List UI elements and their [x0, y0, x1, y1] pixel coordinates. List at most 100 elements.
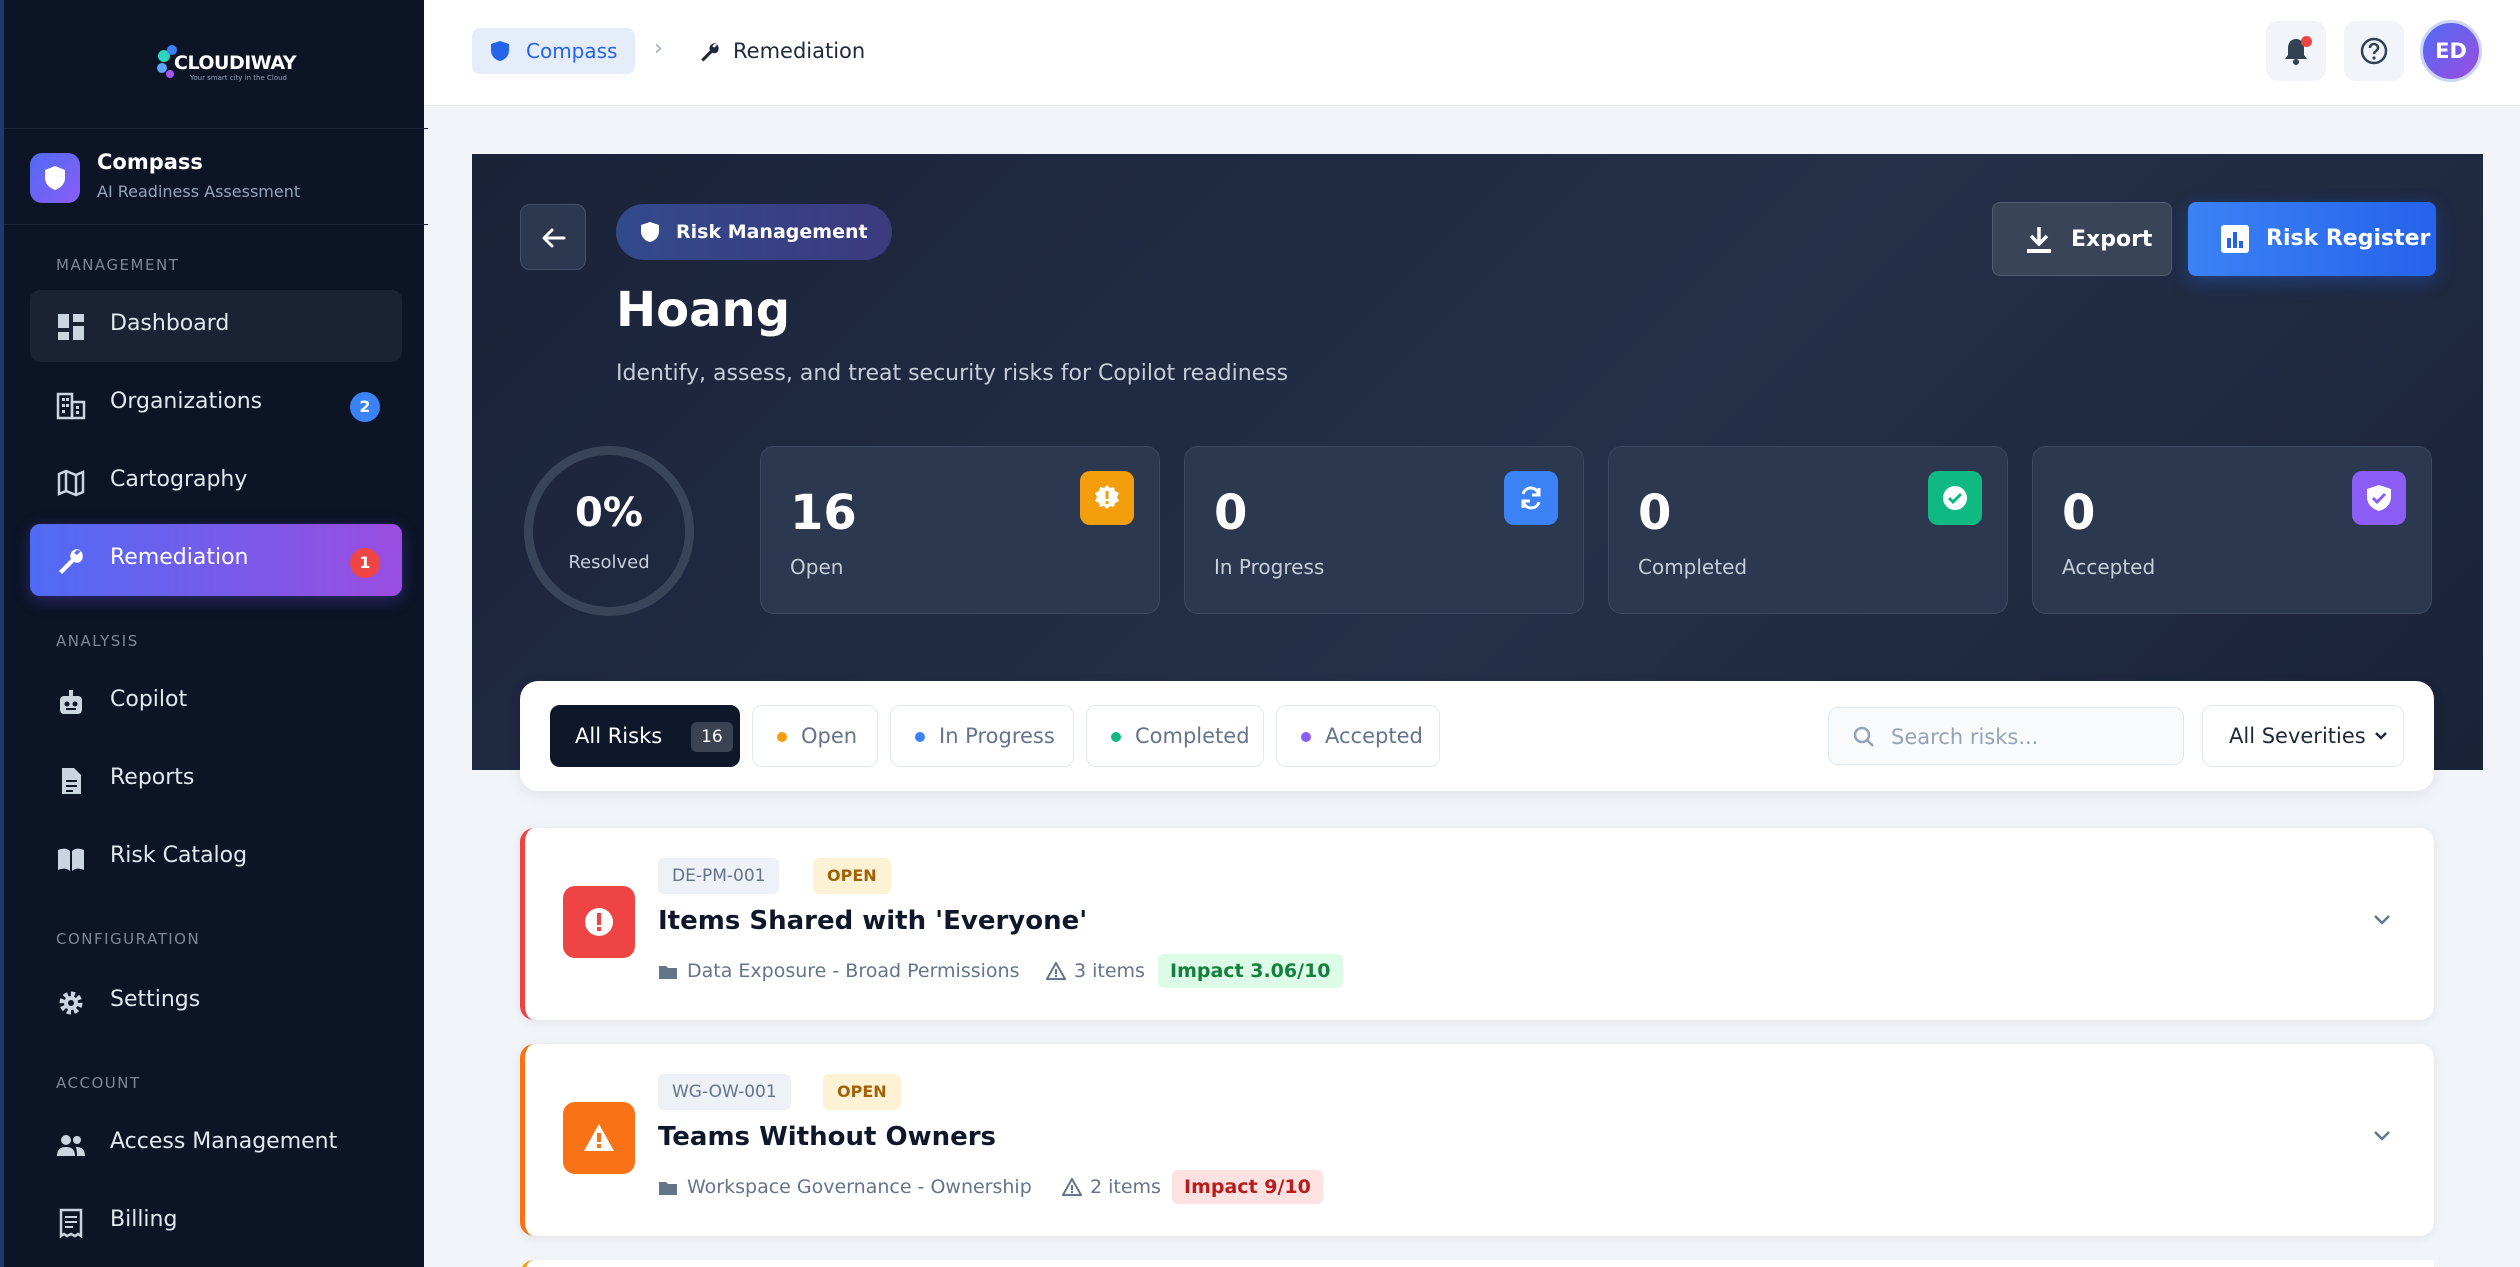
back-button[interactable]	[520, 204, 586, 270]
risk-item-count: 3 items	[1074, 960, 1145, 982]
gear-icon	[59, 991, 83, 1015]
status-dot	[1111, 732, 1121, 742]
arrow-left-icon	[542, 228, 566, 248]
app-subtitle: AI Readiness Assessment	[97, 182, 301, 201]
shield-icon	[491, 41, 509, 61]
document-icon	[62, 768, 81, 794]
status-badge: OPEN	[823, 1074, 901, 1110]
sidebar-item-label: Copilot	[110, 687, 188, 712]
sidebar-item-label: Settings	[110, 987, 201, 1012]
severity-select[interactable]: All Severities	[2202, 705, 2404, 767]
stat-card-open[interactable]: 16 Open	[760, 446, 1160, 614]
status-dot	[915, 732, 925, 742]
alert-circle-icon	[563, 886, 635, 958]
sidebar: CLOUDIWAY Your smart city in the Cloud C…	[0, 0, 428, 1267]
help-icon	[2360, 37, 2388, 65]
wrench-icon	[701, 43, 719, 62]
resolved-percentage: 0%	[575, 490, 643, 536]
export-button[interactable]: Export	[1992, 202, 2172, 276]
status-dot	[1301, 732, 1311, 742]
search-box	[1828, 707, 2184, 765]
breadcrumb-compass[interactable]: Compass	[472, 28, 636, 74]
check-circle-icon	[1928, 471, 1982, 525]
sidebar-item-organizations[interactable]: Organizations 2	[30, 368, 402, 440]
risk-title: Teams Without Owners	[658, 1122, 997, 1152]
app-shield-icon	[30, 153, 80, 203]
stat-label: In Progress	[1214, 555, 1325, 579]
brand-name: CLOUDIWAY	[174, 52, 297, 74]
user-avatar[interactable]: ED	[2420, 20, 2482, 82]
filter-label: In Progress	[939, 724, 1055, 748]
breadcrumb-root-label: Compass	[526, 39, 618, 63]
risk-item-count: 2 items	[1090, 1176, 1161, 1198]
filter-in-progress[interactable]: In Progress	[890, 705, 1074, 767]
section-label-management: MANAGEMENT	[56, 256, 180, 274]
chevron-down-icon[interactable]	[2370, 912, 2394, 928]
filter-accepted[interactable]: Accepted	[1276, 705, 1440, 767]
resolved-label: Resolved	[568, 552, 650, 573]
dashboard-icon	[58, 314, 84, 340]
filter-count-badge: 16	[691, 722, 733, 752]
breadcrumb-current: Remediation	[699, 28, 865, 74]
filter-all-risks[interactable]: All Risks 16	[550, 705, 740, 767]
help-button[interactable]	[2344, 21, 2404, 81]
risk-card-partial[interactable]	[520, 1260, 2434, 1267]
section-label-configuration: CONFIGURATION	[56, 930, 201, 948]
status-badge: OPEN	[813, 858, 891, 894]
sidebar-item-label: Remediation	[110, 545, 249, 570]
filter-bar: All Risks 16 Open In Progress Completed …	[520, 681, 2434, 791]
export-label: Export	[2071, 227, 2153, 252]
filter-completed[interactable]: Completed	[1086, 705, 1264, 767]
brand-tagline: Your smart city in the Cloud	[190, 74, 287, 82]
risk-management-badge: Risk Management	[616, 204, 892, 260]
sidebar-item-dashboard[interactable]: Dashboard	[30, 290, 402, 362]
risk-register-button[interactable]: Risk Register	[2188, 202, 2436, 276]
folder-icon	[659, 966, 677, 979]
stat-label: Completed	[1638, 555, 1748, 579]
warning-icon	[563, 1102, 635, 1174]
robot-icon	[60, 690, 82, 714]
sidebar-item-copilot[interactable]: Copilot	[30, 666, 402, 738]
stat-value: 16	[790, 485, 857, 541]
sidebar-item-reports[interactable]: Reports	[30, 744, 402, 816]
risk-card[interactable]: WG-OW-001 OPEN Teams Without Owners Work…	[520, 1044, 2434, 1236]
shield-icon	[641, 222, 659, 242]
stat-card-completed[interactable]: 0 Completed	[1608, 446, 2008, 614]
refresh-icon	[1504, 471, 1558, 525]
sidebar-item-remediation[interactable]: Remediation 1	[30, 524, 402, 596]
sidebar-item-cartography[interactable]: Cartography	[30, 446, 402, 518]
sidebar-item-risk-catalog[interactable]: Risk Catalog	[30, 822, 402, 894]
download-icon	[2027, 227, 2051, 253]
filter-label: Accepted	[1325, 724, 1423, 748]
search-input[interactable]	[1891, 720, 2171, 754]
chevron-right-icon: ›	[654, 36, 663, 61]
risk-card[interactable]: DE-PM-001 OPEN Items Shared with 'Everyo…	[520, 828, 2434, 1020]
sidebar-item-label: Risk Catalog	[110, 843, 248, 868]
filter-open[interactable]: Open	[752, 705, 878, 767]
sidebar-item-access-management[interactable]: Access Management	[30, 1108, 402, 1180]
severity-selected-value: All Severities	[2229, 724, 2366, 748]
sidebar-item-billing[interactable]: Billing	[30, 1186, 402, 1258]
shield-check-icon	[2352, 471, 2406, 525]
chevron-down-icon[interactable]	[2370, 1128, 2394, 1144]
app-name: Compass	[97, 150, 203, 174]
warning-triangle-icon	[1046, 962, 1066, 980]
notifications-button[interactable]	[2266, 21, 2326, 81]
status-dot	[777, 732, 787, 742]
filter-label: All Risks	[575, 724, 663, 748]
bar-chart-icon	[2221, 225, 2249, 253]
risk-register-label: Risk Register	[2266, 226, 2431, 251]
sidebar-item-label: Reports	[110, 765, 195, 790]
warning-triangle-icon	[1062, 1178, 1082, 1196]
stat-card-accepted[interactable]: 0 Accepted	[2032, 446, 2432, 614]
hero-panel: Risk Management Hoang Identify, assess, …	[472, 154, 2483, 770]
sidebar-item-settings[interactable]: Settings	[30, 966, 402, 1038]
folder-icon	[659, 1182, 677, 1195]
page-title: Hoang	[616, 282, 791, 338]
stat-card-in-progress[interactable]: 0 In Progress	[1184, 446, 1584, 614]
receipt-icon	[59, 1208, 83, 1238]
breadcrumb-current-label: Remediation	[733, 39, 866, 63]
section-label-analysis: ANALYSIS	[56, 632, 139, 650]
page-subtitle: Identify, assess, and treat security ris…	[616, 361, 1289, 386]
sidebar-item-label: Cartography	[110, 467, 248, 492]
